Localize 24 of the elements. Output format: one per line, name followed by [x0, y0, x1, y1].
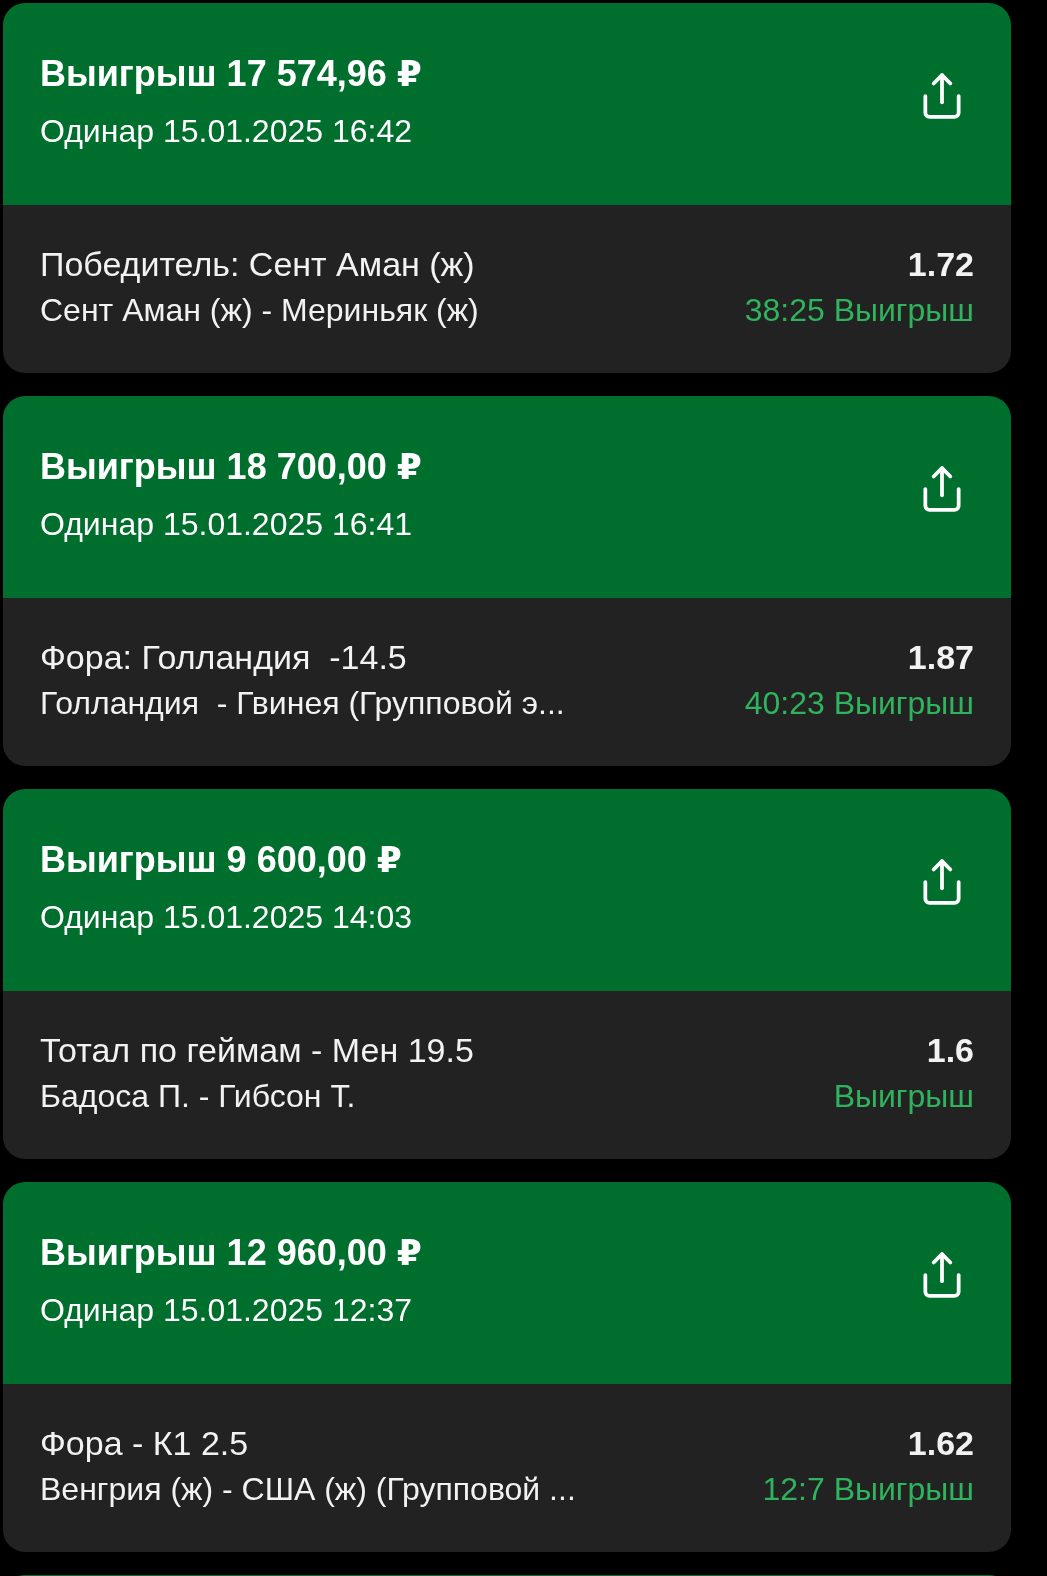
odds: 1.62 [907, 1423, 974, 1464]
result: Выигрыш [833, 1077, 974, 1116]
bet-info: Одинар 15.01.2025 16:42 [40, 112, 413, 150]
odds: 1.6 [926, 1030, 974, 1071]
bet-info: Одинар 15.01.2025 12:37 [40, 1291, 413, 1329]
event-name: Сент Аман (ж) - Мериньяк (ж) [40, 291, 479, 330]
bet-info: Одинар 15.01.2025 16:41 [40, 505, 413, 543]
market-name: Победитель: Сент Аман (ж) [40, 244, 475, 285]
odds: 1.87 [907, 637, 974, 678]
win-amount: Выигрыш 12 960,00 ₽ [40, 1232, 422, 1274]
win-amount: Выигрыш 18 700,00 ₽ [40, 446, 422, 488]
market-name: Фора - К1 2.5 [40, 1423, 249, 1464]
event-name: Бадоса П. - Гибсон Т. [40, 1077, 356, 1116]
result: 38:25 Выигрыш [744, 291, 974, 330]
event-name: Голландия - Гвинея (Групповой э... [40, 684, 565, 723]
market-name: Тотал по геймам - Мен 19.5 [40, 1030, 474, 1071]
odds: 1.72 [907, 244, 974, 285]
bet-info: Одинар 15.01.2025 14:03 [40, 898, 412, 936]
market-name: Фора: Голландия -14.5 [40, 637, 407, 678]
win-amount: Выигрыш 9 600,00 ₽ [40, 839, 403, 881]
result: 40:23 Выигрыш [744, 684, 974, 723]
win-amount: Выигрыш 17 574,96 ₽ [40, 53, 422, 95]
result: 12:7 Выигрыш [762, 1470, 974, 1509]
event-name: Венгрия (ж) - США (ж) (Групповой ... [40, 1470, 576, 1509]
